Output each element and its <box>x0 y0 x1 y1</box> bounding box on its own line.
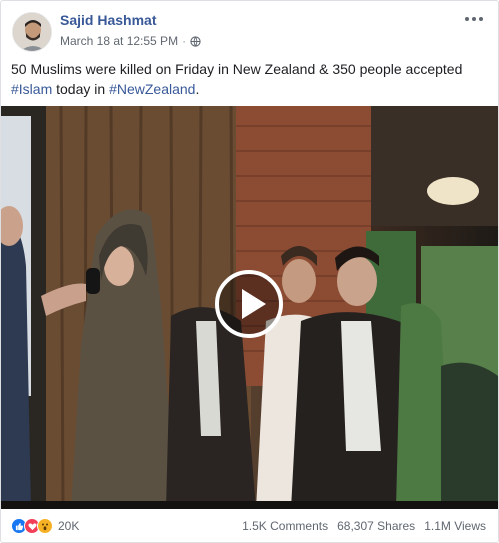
post-text-prefix: 50 Muslims were killed on Friday in New … <box>11 61 463 77</box>
avatar-image <box>13 13 51 51</box>
post-text-middle: today in <box>52 81 110 97</box>
author-avatar[interactable] <box>12 12 52 52</box>
facebook-post: Sajid Hashmat March 18 at 12:55 PM · 50 … <box>0 0 499 543</box>
more-options-icon[interactable] <box>464 11 484 27</box>
comments-count[interactable]: 1.5K Comments <box>242 519 328 533</box>
dot <box>465 17 469 21</box>
thumbs-up-glyph <box>15 522 23 530</box>
views-count[interactable]: 1.1M Views <box>424 519 486 533</box>
reaction-count: 20K <box>58 519 80 533</box>
heart-glyph <box>27 522 37 530</box>
wow-icon <box>37 518 53 534</box>
post-text: 50 Muslims were killed on Friday in New … <box>11 59 491 99</box>
dot <box>479 17 483 21</box>
wow-face-glyph <box>42 523 48 531</box>
hashtag-islam[interactable]: #Islam <box>11 81 52 97</box>
post-header: Sajid Hashmat March 18 at 12:55 PM · <box>1 1 498 53</box>
globe-icon[interactable] <box>190 35 201 47</box>
post-footer: 20K 1.5K Comments 68,307 Shares 1.1M Vie… <box>1 509 498 543</box>
hashtag-newzealand[interactable]: #NewZealand <box>109 81 195 97</box>
post-timestamp[interactable]: March 18 at 12:55 PM <box>60 34 178 48</box>
author-name[interactable]: Sajid Hashmat <box>60 12 156 28</box>
post-meta: March 18 at 12:55 PM · <box>60 34 201 48</box>
reactions-summary[interactable]: 20K <box>11 518 79 534</box>
video-player[interactable] <box>1 106 498 509</box>
play-icon[interactable] <box>215 270 283 338</box>
dot <box>472 17 476 21</box>
meta-separator: · <box>182 34 187 48</box>
engagement-stats: 1.5K Comments 68,307 Shares 1.1M Views <box>242 519 486 533</box>
post-text-suffix: . <box>195 81 200 97</box>
shares-count[interactable]: 68,307 Shares <box>337 519 415 533</box>
